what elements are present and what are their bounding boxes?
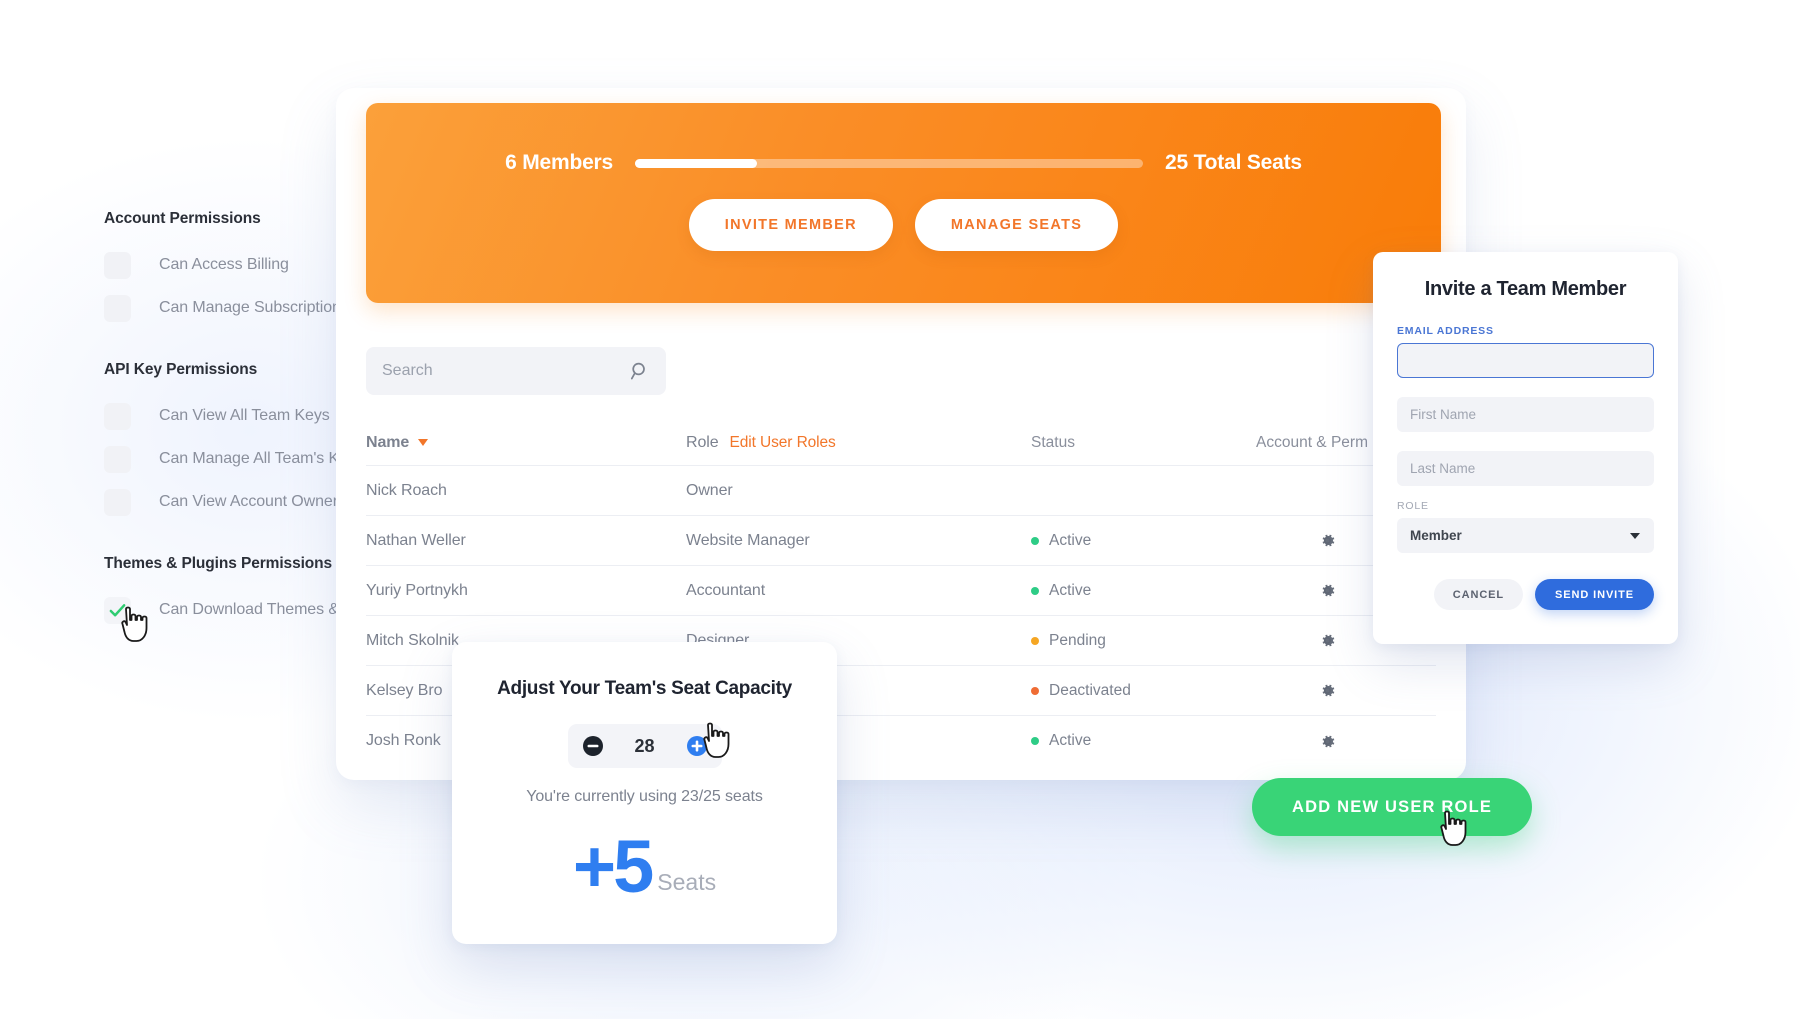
cancel-button[interactable]: CANCEL [1433,579,1524,610]
status-label: Active [1049,531,1092,549]
seat-capacity-popup: Adjust Your Team's Seat Capacity 28 You'… [452,642,837,944]
member-status: Pending [1031,632,1256,650]
search-input[interactable] [382,362,630,380]
gear-icon[interactable] [1318,631,1337,650]
member-account-actions [1256,732,1436,751]
checkbox-can-manage-subscriptions[interactable] [104,294,131,322]
checkbox-can-view-all-team-keys[interactable] [104,402,131,430]
seat-delta: +5 Seats [452,825,837,908]
checkbox-can-manage-all-teams-keys[interactable] [104,445,131,473]
seat-popup-title: Adjust Your Team's Seat Capacity [497,678,792,699]
checkbox-can-download-themes-plugins[interactable] [104,596,131,624]
search-icon[interactable] [630,361,650,381]
invite-team-member-modal: Invite a Team Member EMAIL ADDRESS ROLE … [1373,252,1678,644]
gear-icon[interactable] [1318,732,1337,751]
permission-label: Can Access Billing [159,256,289,273]
column-header-status: Status [1031,433,1075,451]
status-label: Pending [1049,631,1106,649]
chevron-down-icon[interactable] [1630,533,1640,539]
member-name: Nick Roach [366,481,447,499]
seat-quantity-stepper[interactable]: 28 [567,724,722,768]
status-dot [1031,536,1039,545]
send-invite-button[interactable]: SEND INVITE [1535,579,1654,610]
member-role: Owner [686,481,733,499]
invite-modal-actions: CANCEL SEND INVITE [1397,579,1654,610]
seat-quantity-value: 28 [634,735,655,756]
seat-delta-unit: Seats [657,868,717,895]
invite-member-button[interactable]: INVITE MEMBER [688,199,893,251]
checkmark-icon [109,603,126,616]
member-account-actions [1256,681,1436,700]
permission-label: Can View All Team Keys [159,407,330,424]
banner-actions: INVITE MEMBER MANAGE SEATS [366,199,1441,251]
add-new-user-role-button[interactable]: ADD NEW USER ROLE [1252,778,1533,836]
edit-user-roles-link[interactable]: Edit User Roles [730,434,836,452]
seats-banner: 6 Members 25 Total Seats INVITE MEMBER M… [366,103,1441,303]
member-role: Accountant [686,581,766,599]
plus-circle-icon[interactable] [686,735,708,757]
status-label: Active [1049,581,1092,599]
email-field-label: EMAIL ADDRESS [1397,325,1494,337]
role-field-label: ROLE [1397,500,1429,512]
seats-progress-fill [635,158,757,168]
status-dot [1031,737,1039,745]
member-status: Deactivated [1031,682,1256,700]
column-header-role: Role Edit User Roles [686,434,1031,452]
seat-usage-text: You're currently using 23/25 seats [526,788,763,805]
column-header-role-label: Role [686,433,719,451]
app-canvas: Account Permissions Can Access Billing C… [0,0,1800,1019]
permission-label: Can Manage All Team's Keys [159,450,364,467]
minus-circle-icon[interactable] [582,735,604,757]
seats-progress-bar [635,158,1144,168]
first-name-field[interactable] [1397,397,1654,432]
member-role: Website Manager [686,531,810,549]
column-header-name[interactable]: Name [366,434,686,452]
status-dot [1031,586,1039,595]
email-field[interactable] [1397,343,1654,378]
checkbox-can-view-account-owners-keys[interactable] [104,488,131,516]
seats-summary: 6 Members 25 Total Seats [366,151,1441,175]
gear-icon[interactable] [1318,531,1337,550]
column-header-name-label: Name [366,433,410,451]
last-name-field[interactable] [1397,451,1654,486]
table-row[interactable]: Nathan Weller Website Manager Active [366,516,1436,566]
caret-down-icon[interactable] [418,439,429,446]
status-label: Deactivated [1049,681,1131,699]
role-select-value: Member [1410,528,1462,543]
gear-icon[interactable] [1318,581,1337,600]
seat-delta-value: +5 [572,825,654,908]
invite-modal-title: Invite a Team Member [1424,278,1627,300]
role-select[interactable]: Member [1397,518,1654,553]
search-box[interactable] [366,347,666,395]
permission-label: Can View Account Owner's K [159,493,364,510]
status-label: Active [1049,732,1092,749]
permission-label: Can Manage Subscriptions [159,299,349,316]
status-dot [1031,636,1039,645]
manage-seats-button[interactable]: MANAGE SEATS [914,199,1119,251]
table-row[interactable]: Yuriy Portnykh Accountant Active [366,566,1436,616]
member-status: Active [1031,582,1256,600]
member-name: Yuriy Portnykh [366,581,468,599]
table-row[interactable]: Nick Roach Owner [366,466,1436,516]
member-status: Active [1031,532,1256,550]
total-seats-label: 25 Total Seats [1165,151,1302,174]
member-name: Nathan Weller [366,531,466,549]
checkbox-can-access-billing[interactable] [104,251,131,279]
table-header-row: Name Role Edit User Roles Status Account… [366,420,1436,466]
members-count-label: 6 Members [505,151,614,174]
member-status: Active [1031,732,1256,750]
status-dot [1031,686,1039,695]
gear-icon[interactable] [1318,681,1337,700]
